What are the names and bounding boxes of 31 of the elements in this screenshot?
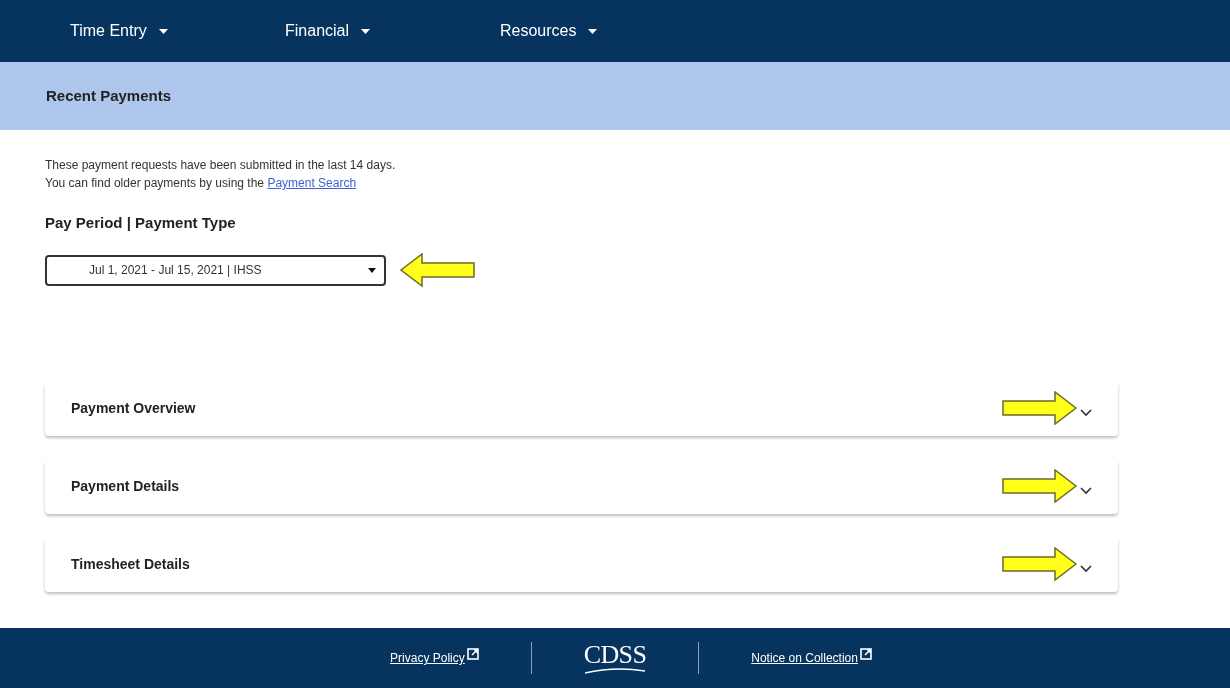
- intro-text: You can find older payments by using the Payment Search: [45, 175, 358, 192]
- privacy-policy-link[interactable]: Privacy Policy: [390, 649, 465, 667]
- accordion-title: Timesheet Details: [71, 555, 190, 574]
- nav-menu-item[interactable]: Resources: [500, 19, 715, 43]
- nav-menu-item[interactable]: Financial: [285, 19, 500, 43]
- chevron-down-icon: [1080, 486, 1092, 495]
- page-title: Recent Payments: [46, 85, 172, 106]
- field-label: Pay Period | Payment Type: [45, 213, 237, 233]
- accordion-title: Payment Details: [71, 477, 180, 496]
- nav-menu-item[interactable]: Time Entry: [70, 19, 285, 43]
- arrow-annotation-icon: [400, 252, 476, 288]
- accordion-panel[interactable]: Timesheet Details: [45, 537, 1118, 592]
- accordion-panel[interactable]: Payment Details: [45, 459, 1118, 514]
- pay-period-dropdown[interactable]: Jul 1, 2021 - Jul 15, 2021 | IHSS: [45, 254, 386, 286]
- intro-text: These payment requests have been submitted in the last 14 days.: [45, 157, 397, 174]
- notice-on-collection-link[interactable]: Notice on Collection: [751, 649, 858, 667]
- external-link-icon: [859, 648, 872, 660]
- external-link-icon: [466, 648, 479, 660]
- arrow-annotation-icon: [1002, 391, 1078, 426]
- arrow-annotation-icon: [1002, 547, 1078, 582]
- caret-icon: [361, 28, 371, 34]
- caret-icon: [158, 28, 168, 34]
- chevron-down-icon: [1080, 564, 1092, 573]
- cdss-logo: CDSS: [583, 642, 647, 674]
- accordion-title: Payment Overview: [71, 399, 196, 418]
- arrow-annotation-icon: [1002, 469, 1078, 504]
- dropdown-caret-icon: [368, 267, 376, 273]
- caret-icon: [588, 28, 598, 34]
- accordion-panel[interactable]: Payment Overview: [45, 381, 1118, 436]
- chevron-down-icon: [1080, 408, 1092, 417]
- payment-search-link[interactable]: Payment Search: [267, 176, 357, 190]
